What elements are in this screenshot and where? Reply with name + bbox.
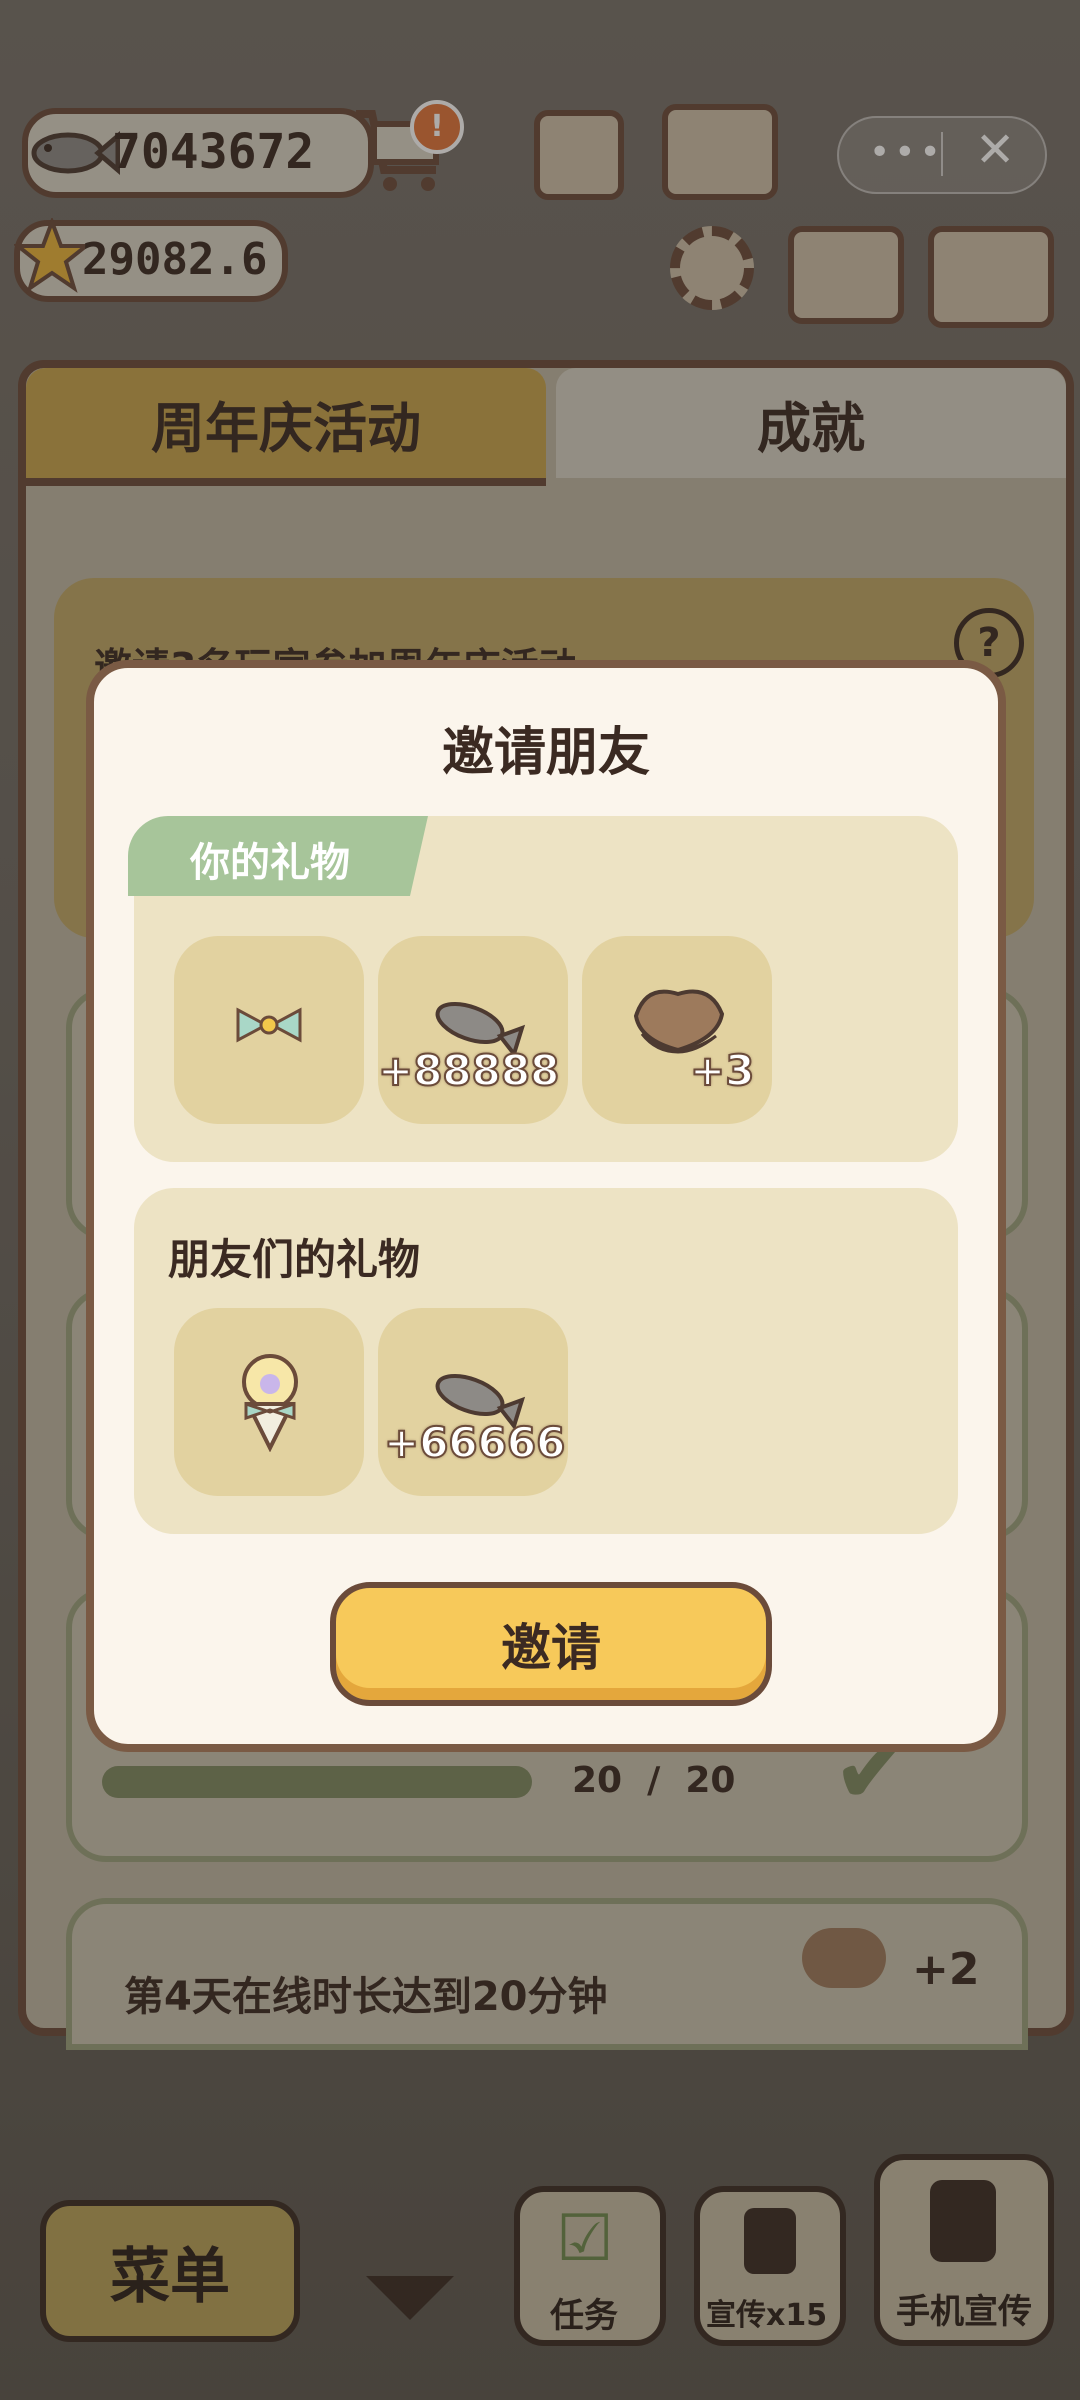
gift-slot: [174, 1308, 364, 1496]
gift-slot: +66666: [378, 1308, 568, 1496]
invite-label: 邀请: [501, 1619, 601, 1677]
friends-gifts-label: 朋友们的礼物: [168, 1235, 421, 1284]
dialog-title: 邀请朋友: [441, 723, 650, 783]
your-gifts-section: 你的礼物 +88888 +3: [128, 816, 958, 1162]
gift-slot: +3: [582, 936, 772, 1124]
gift-amount: +66666: [383, 1417, 566, 1468]
gift-slot: [174, 936, 364, 1124]
invite-friends-dialog: 邀请朋友 你的礼物 +88888 +3 朋友们的礼物 +66666 邀请: [86, 660, 1006, 1752]
friends-gifts-section: 朋友们的礼物 +66666: [134, 1188, 958, 1534]
your-gifts-ribbon: 你的礼物: [128, 816, 428, 896]
gift-amount: +88888: [377, 1045, 560, 1096]
bow-icon: [236, 1007, 302, 1043]
invite-button[interactable]: 邀请: [330, 1582, 772, 1706]
ice-cream-icon: [242, 1354, 298, 1452]
gift-slot: +88888: [377, 936, 568, 1124]
gift-amount: +3: [689, 1045, 755, 1096]
your-gifts-label: 你的礼物: [190, 840, 350, 886]
